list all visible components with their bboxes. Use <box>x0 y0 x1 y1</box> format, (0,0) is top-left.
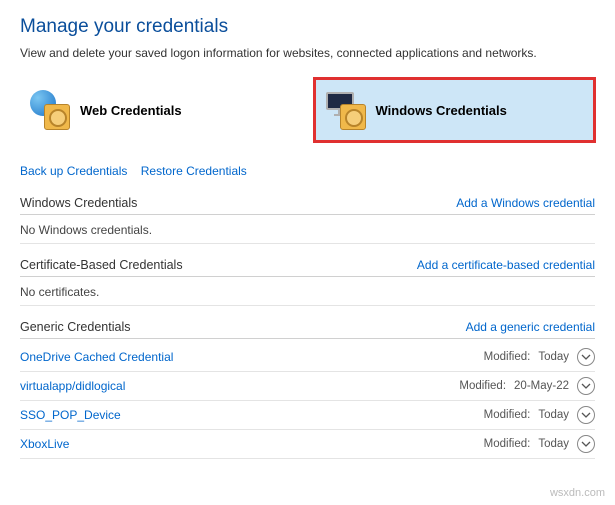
credential-row[interactable]: SSO_POP_Device Modified: Today <box>20 401 595 430</box>
generic-credential-list: OneDrive Cached Credential Modified: Tod… <box>20 343 595 459</box>
certificate-empty-text: No certificates. <box>20 281 595 306</box>
tab-windows-label: Windows Credentials <box>376 103 507 118</box>
section-windows-credentials: Windows Credentials Add a Windows creden… <box>20 196 595 244</box>
credential-row[interactable]: virtualapp/didlogical Modified: 20-May-2… <box>20 372 595 401</box>
windows-empty-text: No Windows credentials. <box>20 219 595 244</box>
credential-name[interactable]: XboxLive <box>20 437 69 451</box>
section-title-windows: Windows Credentials <box>20 196 137 210</box>
add-certificate-credential-link[interactable]: Add a certificate-based credential <box>417 258 595 272</box>
credential-tabs: Web Credentials Windows Credentials <box>20 78 595 142</box>
backup-credentials-link[interactable]: Back up Credentials <box>20 164 127 178</box>
restore-credentials-link[interactable]: Restore Credentials <box>141 164 247 178</box>
modified-label: Modified: <box>484 409 531 421</box>
add-windows-credential-link[interactable]: Add a Windows credential <box>456 196 595 210</box>
credential-name[interactable]: OneDrive Cached Credential <box>20 350 173 364</box>
chevron-down-icon[interactable] <box>577 377 595 395</box>
add-generic-credential-link[interactable]: Add a generic credential <box>466 320 595 334</box>
credential-links: Back up Credentials Restore Credentials <box>20 164 595 178</box>
tab-web-credentials[interactable]: Web Credentials <box>20 78 298 142</box>
globe-vault-icon <box>30 90 70 130</box>
credential-name[interactable]: SSO_POP_Device <box>20 408 121 422</box>
modified-label: Modified: <box>484 351 531 363</box>
chevron-down-icon[interactable] <box>577 435 595 453</box>
credential-row[interactable]: OneDrive Cached Credential Modified: Tod… <box>20 343 595 372</box>
modified-value: Today <box>538 409 569 421</box>
section-title-generic: Generic Credentials <box>20 320 130 334</box>
section-title-certificate: Certificate-Based Credentials <box>20 258 183 272</box>
monitor-vault-icon <box>326 90 366 130</box>
chevron-down-icon[interactable] <box>577 348 595 366</box>
modified-label: Modified: <box>459 380 506 392</box>
page-title: Manage your credentials <box>20 16 595 38</box>
tab-web-label: Web Credentials <box>80 103 182 118</box>
watermark-text: wsxdn.com <box>550 487 605 499</box>
modified-value: 20-May-22 <box>514 380 569 392</box>
tab-windows-credentials[interactable]: Windows Credentials <box>314 78 596 142</box>
chevron-down-icon[interactable] <box>577 406 595 424</box>
modified-label: Modified: <box>484 438 531 450</box>
section-generic-credentials: Generic Credentials Add a generic creden… <box>20 320 595 459</box>
modified-value: Today <box>538 351 569 363</box>
section-certificate-credentials: Certificate-Based Credentials Add a cert… <box>20 258 595 306</box>
credential-name[interactable]: virtualapp/didlogical <box>20 379 125 393</box>
page-subtitle: View and delete your saved logon informa… <box>20 46 595 60</box>
modified-value: Today <box>538 438 569 450</box>
credential-row[interactable]: XboxLive Modified: Today <box>20 430 595 459</box>
